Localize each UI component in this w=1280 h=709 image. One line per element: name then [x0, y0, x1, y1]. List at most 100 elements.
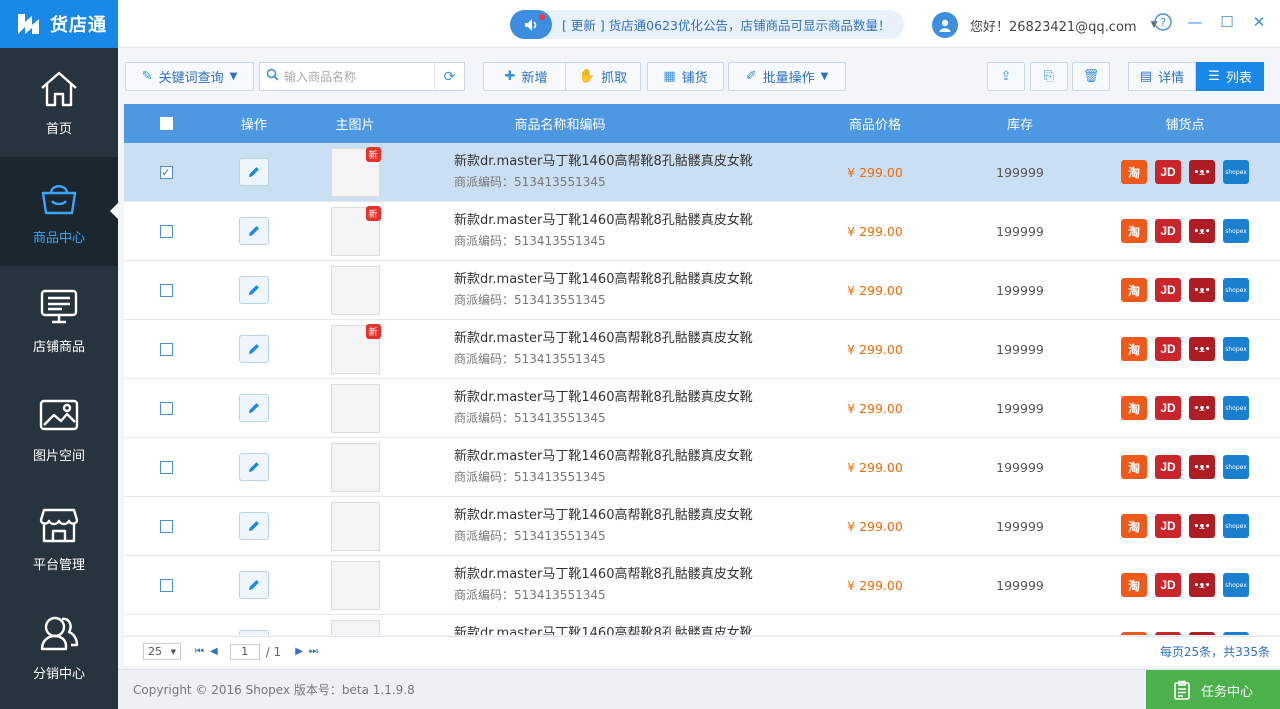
shopex-icon[interactable]: shopex: [1223, 396, 1249, 420]
taobao-icon[interactable]: 淘: [1121, 396, 1147, 420]
tmall-icon[interactable]: •ᴥ•: [1189, 573, 1215, 597]
keyword-query-dropdown[interactable]: ✎ 关键词查询 ▼: [125, 62, 254, 91]
distribute-button[interactable]: ▦ 铺货: [647, 62, 724, 91]
jd-icon[interactable]: JD: [1155, 455, 1181, 479]
product-thumbnail[interactable]: [330, 442, 380, 492]
sidebar-item-image-space[interactable]: 图片空间: [0, 375, 118, 484]
import-button[interactable]: ⎘: [1030, 62, 1068, 91]
edit-button[interactable]: [239, 217, 269, 245]
page-size-select[interactable]: 25 ▼: [143, 643, 181, 660]
product-thumbnail[interactable]: 新: [330, 146, 381, 197]
jd-icon[interactable]: JD: [1155, 337, 1181, 361]
product-thumbnail[interactable]: 新: [330, 323, 381, 374]
edit-button[interactable]: [239, 158, 269, 186]
delete-button[interactable]: 🗑: [1072, 62, 1110, 91]
first-prev-page-buttons[interactable]: ⏮◀: [195, 646, 224, 657]
taobao-icon[interactable]: 淘: [1121, 632, 1147, 635]
task-center-button[interactable]: 任务中心: [1146, 670, 1280, 709]
jd-icon[interactable]: JD: [1155, 632, 1181, 635]
jd-icon[interactable]: JD: [1155, 278, 1181, 302]
product-thumbnail[interactable]: [330, 619, 380, 635]
shopex-icon[interactable]: shopex: [1223, 573, 1249, 597]
row-checkbox[interactable]: [159, 342, 173, 356]
batch-operation-dropdown[interactable]: ✐ 批量操作 ▼: [728, 62, 846, 91]
jd-icon[interactable]: JD: [1155, 573, 1181, 597]
tmall-icon[interactable]: •ᴥ•: [1189, 514, 1215, 538]
grab-button[interactable]: ✋ 抓取: [565, 62, 641, 91]
sidebar-item-home[interactable]: 首页: [0, 48, 118, 157]
table-row[interactable]: 新款dr.master马丁靴1460高帮靴8孔骷髅真皮女靴商派编码：513413…: [124, 497, 1280, 556]
add-button[interactable]: ✚ 新增: [483, 62, 569, 91]
row-checkbox[interactable]: [159, 224, 173, 238]
table-row[interactable]: 新新款dr.master马丁靴1460高帮靴8孔骷髅真皮女靴 商派编码：51341…: [124, 202, 1280, 261]
edit-button[interactable]: [239, 453, 269, 481]
taobao-icon[interactable]: 淘: [1121, 278, 1147, 302]
search-input[interactable]: [284, 63, 434, 90]
sidebar-item-product-center[interactable]: 商品中心: [0, 157, 118, 266]
product-thumbnail[interactable]: [330, 560, 380, 610]
table-row[interactable]: ✓ 新新款dr.master马丁靴1460高帮靴8孔骷髅真皮女靴 商派编码：5134…: [124, 143, 1280, 202]
shopex-icon[interactable]: shopex: [1223, 278, 1249, 302]
help-icon[interactable]: ?: [1154, 13, 1172, 31]
tmall-icon[interactable]: •ᴥ•: [1189, 278, 1215, 302]
shopex-icon[interactable]: shopex: [1223, 219, 1249, 243]
row-checkbox[interactable]: ✓: [159, 165, 173, 179]
view-detail-button[interactable]: ▤ 详情: [1128, 62, 1196, 91]
product-thumbnail[interactable]: [330, 383, 380, 433]
row-checkbox[interactable]: [159, 283, 173, 297]
minimize-icon[interactable]: —: [1186, 13, 1204, 31]
user-menu[interactable]: 您好！26823421@qq.com ▼: [932, 12, 1158, 38]
next-last-page-buttons[interactable]: ▶⏭: [295, 646, 324, 657]
product-thumbnail[interactable]: [330, 501, 380, 551]
taobao-icon[interactable]: 淘: [1121, 514, 1147, 538]
tmall-icon[interactable]: •ᴥ•: [1189, 160, 1215, 184]
edit-button[interactable]: [239, 335, 269, 363]
taobao-icon[interactable]: 淘: [1121, 219, 1147, 243]
tmall-icon[interactable]: •ᴥ•: [1189, 632, 1215, 635]
row-checkbox[interactable]: [159, 460, 173, 474]
table-row[interactable]: 新款dr.master马丁靴1460高帮靴8孔骷髅真皮女靴商派编码：513413…: [124, 261, 1280, 320]
page-input[interactable]: 1: [229, 643, 260, 660]
taobao-icon[interactable]: 淘: [1121, 337, 1147, 361]
jd-icon[interactable]: JD: [1155, 160, 1181, 184]
edit-button[interactable]: [239, 276, 269, 304]
tmall-icon[interactable]: •ᴥ•: [1189, 337, 1215, 361]
edit-button[interactable]: [239, 512, 269, 540]
jd-icon[interactable]: JD: [1155, 396, 1181, 420]
shopex-icon[interactable]: shopex: [1223, 632, 1249, 635]
select-all-checkbox[interactable]: [159, 117, 173, 130]
edit-button[interactable]: [239, 394, 269, 422]
row-checkbox[interactable]: [159, 578, 173, 592]
product-thumbnail[interactable]: 新: [330, 205, 381, 256]
table-row[interactable]: 新新款dr.master马丁靴1460高帮靴8孔骷髅真皮女靴 商派编码：51341…: [124, 320, 1280, 379]
product-thumbnail[interactable]: [330, 265, 380, 315]
table-row[interactable]: 新款dr.master马丁靴1460高帮靴8孔骷髅真皮女靴商派编码：513413…: [124, 556, 1280, 615]
refresh-icon[interactable]: ⟳: [434, 63, 464, 90]
shopex-icon[interactable]: shopex: [1223, 160, 1249, 184]
shopex-icon[interactable]: shopex: [1223, 514, 1249, 538]
sidebar-item-shop-products[interactable]: 店铺商品: [0, 266, 118, 375]
jd-icon[interactable]: JD: [1155, 219, 1181, 243]
sidebar-item-distribution-center[interactable]: 分销中心: [0, 593, 118, 702]
shopex-icon[interactable]: shopex: [1223, 337, 1249, 361]
taobao-icon[interactable]: 淘: [1121, 455, 1147, 479]
edit-button[interactable]: [239, 571, 269, 599]
jd-icon[interactable]: JD: [1155, 514, 1181, 538]
tmall-icon[interactable]: •ᴥ•: [1189, 455, 1215, 479]
tmall-icon[interactable]: •ᴥ•: [1189, 396, 1215, 420]
close-icon[interactable]: ✕: [1250, 13, 1268, 31]
maximize-icon[interactable]: ☐: [1218, 13, 1236, 31]
tmall-icon[interactable]: •ᴥ•: [1189, 219, 1215, 243]
sidebar-item-platform-management[interactable]: 平台管理: [0, 484, 118, 593]
view-list-button[interactable]: ☰ 列表: [1196, 62, 1264, 91]
export-button[interactable]: ⇪: [987, 62, 1025, 91]
edit-button[interactable]: [239, 630, 269, 635]
taobao-icon[interactable]: 淘: [1121, 573, 1147, 597]
table-row[interactable]: 新款dr.master马丁靴1460高帮靴8孔骷髅真皮女靴商派编码：513413…: [124, 615, 1280, 635]
notice-banner[interactable]: [ 更新 ] 货店通0623优化公告，店铺商品可显示商品数量！: [510, 10, 904, 39]
table-row[interactable]: 新款dr.master马丁靴1460高帮靴8孔骷髅真皮女靴商派编码：513413…: [124, 379, 1280, 438]
table-row[interactable]: 新款dr.master马丁靴1460高帮靴8孔骷髅真皮女靴商派编码：513413…: [124, 438, 1280, 497]
taobao-icon[interactable]: 淘: [1121, 160, 1147, 184]
row-checkbox[interactable]: [159, 401, 173, 415]
shopex-icon[interactable]: shopex: [1223, 455, 1249, 479]
